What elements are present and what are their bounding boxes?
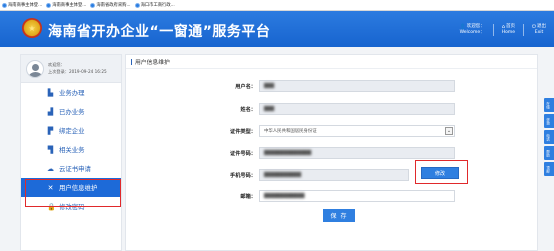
main-panel: 用户信息维护 用户名： ███ 姓名： ███ 证件类型： 中华人民共和国居民身… — [125, 54, 538, 251]
done-icon: ▟ — [47, 107, 54, 116]
divider — [523, 24, 525, 36]
exit-link[interactable]: ⏻ 退出 Exit — [532, 24, 546, 36]
welcome-link: 👤 欢迎您： Welcome： — [459, 24, 485, 35]
form-row-name: 姓名： ███ — [126, 103, 539, 115]
form-row-id-number: 证件号码： ██████████████ — [126, 147, 539, 159]
name-field: ███ — [259, 103, 455, 115]
sidebar-item-done[interactable]: ▟ 已办业务 — [21, 102, 121, 121]
sidebar-item-business[interactable]: ▙ 业务办理 — [21, 83, 121, 102]
site-header: ★ 海南省开办企业“一窗通”服务平台 👤 欢迎您： Welcome： ⌂ 首页 Ho… — [0, 11, 554, 47]
welcome-text: 欢迎您： — [48, 62, 65, 67]
national-emblem-icon: ★ — [22, 18, 42, 38]
user-box: 欢迎您： 上次登录：2019-09-24 16:25 — [21, 55, 121, 83]
float-tabs: 在线 咨询 电话 帮助 顶部 — [544, 98, 554, 176]
divider — [492, 24, 494, 36]
name-label: 姓名： — [240, 106, 256, 113]
id-number-field: ██████████████ — [259, 147, 455, 159]
ie-icon — [90, 2, 96, 8]
float-tab-4[interactable]: 帮助 — [544, 146, 554, 160]
highlight-box-menu — [25, 179, 121, 207]
bookmarks-bar: 海南商事主体登... 海南商事主体登... 海南省政府采购... 海口市工商行政… — [0, 0, 554, 11]
sidebar: 欢迎您： 上次登录：2019-09-24 16:25 ▙ 业务办理 ▟ 已办业务 ▛… — [20, 54, 122, 251]
bookmark-3[interactable]: 海南省政府采购... — [90, 2, 131, 8]
float-tab-5[interactable]: 顶部 — [544, 162, 554, 176]
page-title: 用户信息维护 — [126, 55, 537, 69]
certificate-icon: ☁ — [47, 164, 54, 173]
form-row-phone: 手机号码： ███████████ — [126, 169, 539, 181]
username-field: ███ — [259, 80, 455, 92]
sidebar-item-bind[interactable]: ▛ 绑定企业 — [21, 121, 121, 140]
float-tab-3[interactable]: 电话 — [544, 130, 554, 144]
sidebar-item-certificate[interactable]: ☁ 云证书申请 — [21, 159, 121, 178]
highlight-box-edit — [415, 160, 468, 184]
phone-label: 手机号码： — [230, 172, 256, 179]
bind-icon: ▛ — [47, 126, 54, 135]
bookmark-1[interactable]: 海南商事主体登... — [2, 2, 42, 8]
ie-icon — [2, 2, 7, 8]
home-link[interactable]: ⌂ 首页 Home — [502, 24, 515, 36]
email-label: 邮箱： — [240, 193, 256, 200]
username-label: 用户名： — [235, 83, 256, 90]
save-button[interactable]: 保 存 — [323, 209, 355, 222]
float-tab-1[interactable]: 在线 — [544, 98, 554, 112]
email-input[interactable]: ████████████ — [259, 190, 455, 202]
form-row-email: 邮箱： ████████████ — [126, 190, 539, 202]
briefcase-icon: ▙ — [47, 88, 54, 97]
chevron-down-icon: ⌄ — [445, 127, 453, 135]
form-row-username: 用户名： ███ — [126, 80, 539, 92]
top-links: 👤 欢迎您： Welcome： ⌂ 首页 Home ⏻ 退出 Exit — [459, 24, 546, 36]
ie-icon — [46, 2, 52, 8]
form-row-id-type: 证件类型： 中华人民共和国居民身份证 ⌄ — [126, 125, 539, 137]
bookmark-4[interactable]: 海口市工商行政... — [134, 2, 175, 8]
ie-icon — [134, 2, 140, 8]
bookmark-2[interactable]: 海南商事主体登... — [46, 2, 86, 8]
avatar — [26, 59, 44, 78]
site-title: 海南省开办企业“一窗通”服务平台 — [48, 24, 271, 40]
sidebar-item-related[interactable]: ▜ 相关业务 — [21, 140, 121, 159]
last-login-text: 上次登录：2019-09-24 16:25 — [48, 69, 107, 74]
id-type-select[interactable]: 中华人民共和国居民身份证 ⌄ — [259, 125, 455, 137]
phone-field: ███████████ — [259, 169, 409, 181]
float-tab-2[interactable]: 咨询 — [544, 114, 554, 128]
id-type-label: 证件类型： — [230, 128, 256, 135]
related-icon: ▜ — [47, 145, 54, 154]
id-number-label: 证件号码： — [230, 150, 256, 157]
